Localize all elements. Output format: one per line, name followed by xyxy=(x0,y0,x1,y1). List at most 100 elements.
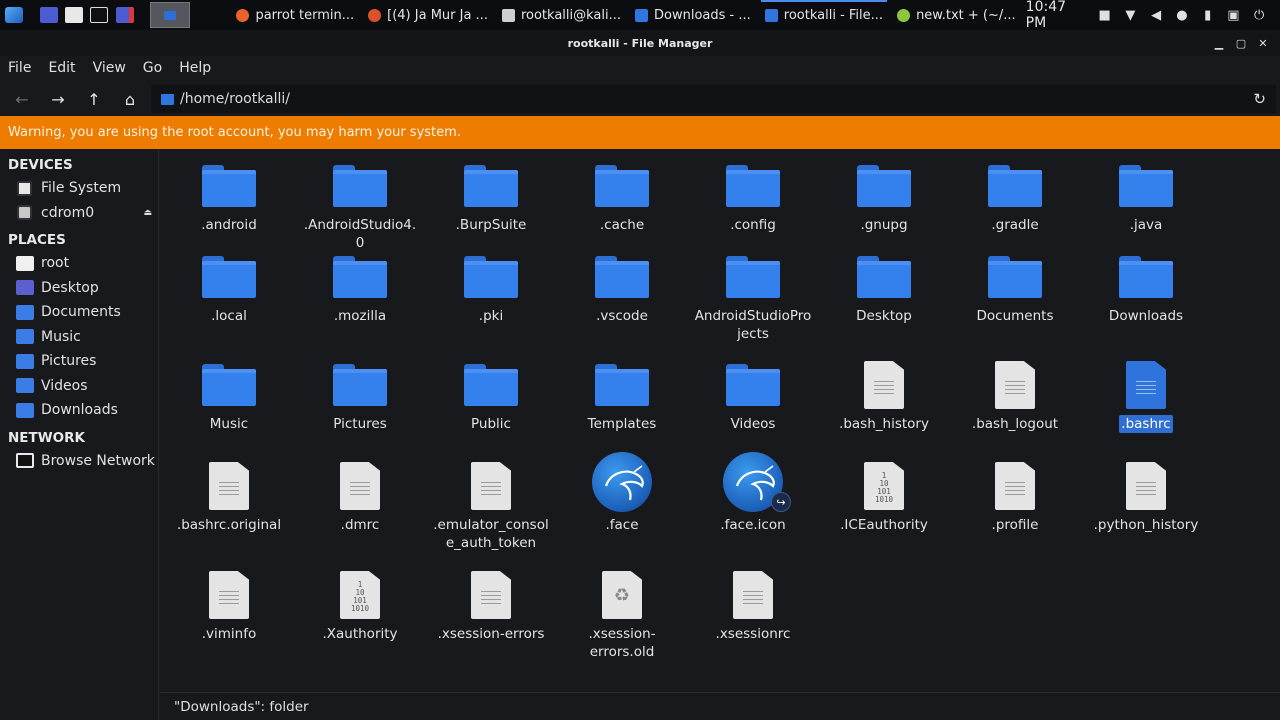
folder-item[interactable]: Downloads xyxy=(1084,241,1208,325)
sidebar-item-downloads[interactable]: Downloads xyxy=(0,398,158,423)
file-item[interactable]: .emulator_console​_auth_token xyxy=(429,450,553,552)
home-button[interactable]: ⌂ xyxy=(112,84,148,114)
file-item[interactable]: .viminfo xyxy=(167,559,291,643)
app-menu-button[interactable] xyxy=(2,2,25,28)
sidebar-item-desktop[interactable]: Desktop xyxy=(0,276,158,301)
folder-icon xyxy=(202,165,256,207)
folder-item[interactable]: AndroidStudioProj​ects xyxy=(691,241,815,343)
folder-item[interactable]: Documents xyxy=(953,241,1077,325)
file-item[interactable]: ♻ .xsession-​errors.old xyxy=(560,559,684,661)
launcher-workspace-button[interactable] xyxy=(37,2,60,28)
battery-icon[interactable]: ▮ xyxy=(1201,7,1215,23)
file-icon-area: 1 10 101 1010 xyxy=(822,450,946,516)
volume-icon[interactable]: ◀ xyxy=(1149,7,1163,23)
location-bar[interactable]: /home/rootkalli/ ↻ xyxy=(151,85,1276,113)
text-file-icon xyxy=(733,571,773,619)
file-name: .cache xyxy=(599,217,645,233)
folder-item[interactable]: .gnupg xyxy=(822,150,946,234)
folder-item[interactable]: .pki xyxy=(429,241,553,325)
file-icon-area xyxy=(691,150,815,216)
task-app-icon xyxy=(368,8,382,22)
file-icon-area xyxy=(822,241,946,307)
file-icon-area: ↪ xyxy=(691,450,815,516)
sidebar-item-videos[interactable]: Videos xyxy=(0,374,158,399)
folder-item[interactable]: .BurpSuite xyxy=(429,150,553,234)
forward-button[interactable]: → xyxy=(40,84,76,114)
taskbar-task[interactable]: parrot termin... xyxy=(232,0,358,30)
folder-item[interactable]: .mozilla xyxy=(298,241,422,325)
file-item[interactable]: .dmrc xyxy=(298,450,422,534)
taskbar-task[interactable]: [(4) Ja Mur Ja ... xyxy=(364,0,492,30)
folder-item[interactable]: .android xyxy=(167,150,291,234)
folder-item[interactable]: .vscode xyxy=(560,241,684,325)
folder-item[interactable]: Desktop xyxy=(822,241,946,325)
file-item[interactable]: .bash_history xyxy=(822,349,946,433)
folder-item[interactable]: .AndroidStudio4.0 xyxy=(298,150,422,252)
file-item[interactable]: .bash_logout xyxy=(953,349,1077,433)
sidebar-item-documents[interactable]: Documents xyxy=(0,300,158,325)
sidebar-item-label: Browse Network xyxy=(41,452,155,469)
sidebar-item-browse-network[interactable]: Browse Network xyxy=(0,449,158,474)
file-item[interactable]: .python_history xyxy=(1084,450,1208,534)
eject-icon[interactable]: ⏏ xyxy=(143,208,152,218)
taskbar-task[interactable]: Downloads - ... xyxy=(631,0,755,30)
camera-icon[interactable]: ■ xyxy=(1098,7,1112,23)
file-item[interactable]: 1 10 101 1010 .Xauthority xyxy=(298,559,422,643)
folder-item[interactable]: Videos xyxy=(691,349,815,433)
sidebar-item-music[interactable]: Music xyxy=(0,325,158,350)
taskbar-task[interactable]: rootkalli@kali... xyxy=(498,0,625,30)
sidebar-item-root[interactable]: root xyxy=(0,251,158,276)
close-icon[interactable]: ✕ xyxy=(1252,37,1274,50)
taskbar-task[interactable]: new.txt + (~/... xyxy=(893,0,1020,30)
folder-item[interactable]: .cache xyxy=(560,150,684,234)
file-item[interactable]: .xsession-errors xyxy=(429,559,553,643)
folder-item[interactable]: Music xyxy=(167,349,291,433)
menu-help[interactable]: Help xyxy=(179,60,211,76)
file-item[interactable]: .profile xyxy=(953,450,1077,534)
parent-folder-button[interactable]: ↑ xyxy=(76,84,112,114)
file-item[interactable]: ↪ .face.icon xyxy=(691,450,815,534)
file-item[interactable]: .face xyxy=(560,450,684,534)
reload-icon[interactable]: ↻ xyxy=(1253,90,1266,108)
file-item[interactable]: .bashrc xyxy=(1084,349,1208,433)
menu-file[interactable]: File xyxy=(8,60,31,76)
file-item[interactable]: .bashrc.original xyxy=(167,450,291,534)
launcher-screenshot-button[interactable] xyxy=(113,2,136,28)
menu-view[interactable]: View xyxy=(93,60,126,76)
sidebar-item-label: Music xyxy=(41,328,81,345)
folder-item[interactable]: Public xyxy=(429,349,553,433)
folder-item[interactable]: Pictures xyxy=(298,349,422,433)
file-name: .gnupg xyxy=(860,217,908,233)
file-item[interactable]: .xsessionrc xyxy=(691,559,815,643)
folder-item[interactable]: .java xyxy=(1084,150,1208,234)
maximize-icon[interactable]: ▢ xyxy=(1230,37,1252,50)
power-icon[interactable]: ⏻ xyxy=(1252,7,1266,23)
notification-bell-icon[interactable]: ● xyxy=(1175,7,1189,23)
taskbar-task[interactable]: rootkalli - File... xyxy=(760,0,888,30)
clock[interactable]: 10:47 PM xyxy=(1026,0,1082,31)
menu-go[interactable]: Go xyxy=(143,60,162,76)
minimize-icon[interactable]: ▁ xyxy=(1208,37,1230,50)
folder-icon xyxy=(988,256,1042,298)
sidebar-item-cdrom0[interactable]: cdrom0 ⏏ xyxy=(0,201,158,226)
folder-item[interactable]: .local xyxy=(167,241,291,325)
file-name: .face xyxy=(605,517,639,533)
workspace-switcher[interactable] xyxy=(150,2,191,28)
file-item[interactable]: 1 10 101 1010 .ICEauthority xyxy=(822,450,946,534)
sidebar-item-file-system[interactable]: File System xyxy=(0,176,158,201)
launcher-files-button[interactable] xyxy=(63,2,86,28)
folder-item[interactable]: Templates xyxy=(560,349,684,433)
folder-icon xyxy=(333,165,387,207)
menu-edit[interactable]: Edit xyxy=(48,60,75,76)
lock-icon[interactable]: ▣ xyxy=(1227,7,1241,23)
back-button[interactable]: ← xyxy=(4,84,40,114)
folder-icon xyxy=(202,256,256,298)
folder-item[interactable]: .config xyxy=(691,150,815,234)
wifi-icon[interactable]: ▼ xyxy=(1124,7,1138,23)
status-text: "Downloads": folder xyxy=(174,698,309,715)
window-titlebar[interactable]: rootkalli - File Manager ▁ ▢ ✕ xyxy=(0,30,1280,56)
sidebar-item-pictures[interactable]: Pictures xyxy=(0,349,158,374)
file-name: .python_history xyxy=(1093,517,1199,533)
folder-item[interactable]: .gradle xyxy=(953,150,1077,234)
launcher-terminal-button[interactable] xyxy=(88,2,111,28)
